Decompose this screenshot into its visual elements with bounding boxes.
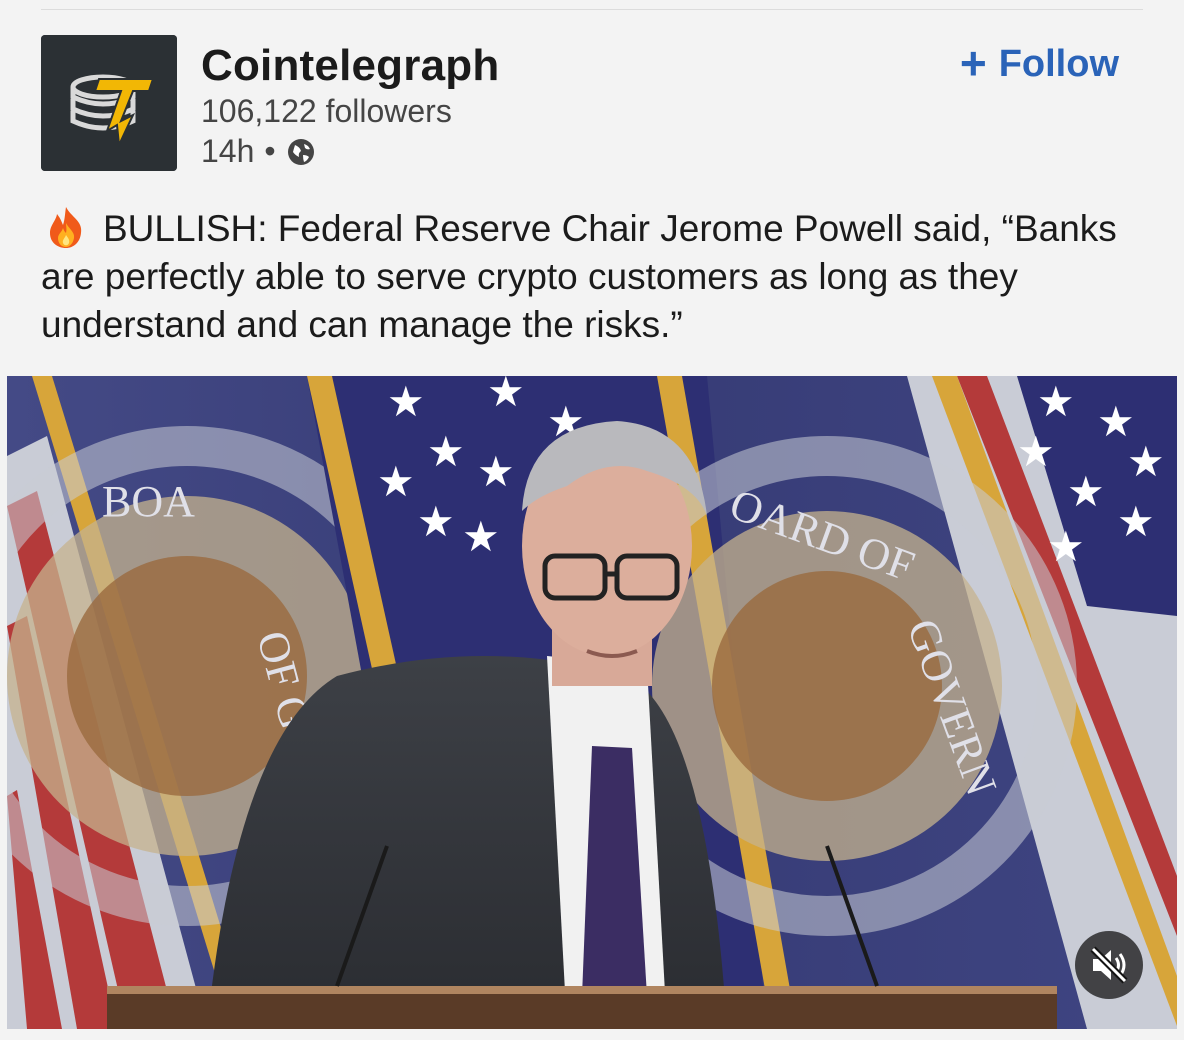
video-frame: BOA OF GOVERNO ★ ★ ★ ★ ★ ★ ★ ★: [7, 376, 1177, 1029]
company-logo[interactable]: [41, 35, 177, 171]
star-mark: ★: [487, 376, 525, 415]
speaker-muted-icon: [1090, 946, 1128, 984]
star-mark: ★: [1047, 523, 1085, 570]
post-video[interactable]: BOA OF GOVERNO ★ ★ ★ ★ ★ ★ ★ ★: [7, 376, 1177, 1029]
star-mark: ★: [1017, 428, 1055, 475]
star-mark: ★: [417, 498, 455, 545]
star-mark: ★: [427, 428, 465, 475]
post-meta: 14h •: [201, 133, 316, 170]
meta-separator: •: [264, 133, 276, 169]
post-text: BULLISH: Federal Reserve Chair Jerome Po…: [41, 208, 1117, 345]
post-time: 14h: [201, 133, 255, 169]
seal-left-text-top: BOA: [102, 477, 195, 526]
follow-button[interactable]: + Follow: [959, 36, 1119, 89]
follower-count: 106,122 followers: [201, 93, 452, 129]
star-mark: ★: [387, 378, 425, 425]
plus-icon: +: [959, 36, 987, 89]
star-mark: ★: [1037, 378, 1075, 425]
star-mark: ★: [462, 513, 500, 560]
mute-button[interactable]: [1075, 931, 1143, 999]
star-mark: ★: [1067, 468, 1105, 515]
fire-icon: [50, 207, 82, 248]
follow-label: Follow: [998, 43, 1119, 85]
star-mark: ★: [1127, 438, 1165, 485]
company-name[interactable]: Cointelegraph: [201, 41, 499, 91]
top-divider: [41, 9, 1143, 10]
star-mark: ★: [377, 458, 415, 505]
globe-icon: [287, 138, 314, 165]
post-body: BULLISH: Federal Reserve Chair Jerome Po…: [41, 205, 1151, 349]
post-header: Cointelegraph 106,122 followers 14h • + …: [41, 35, 1143, 171]
cointelegraph-logo-icon: [41, 35, 177, 171]
star-mark: ★: [477, 448, 515, 495]
star-mark: ★: [1117, 498, 1155, 545]
